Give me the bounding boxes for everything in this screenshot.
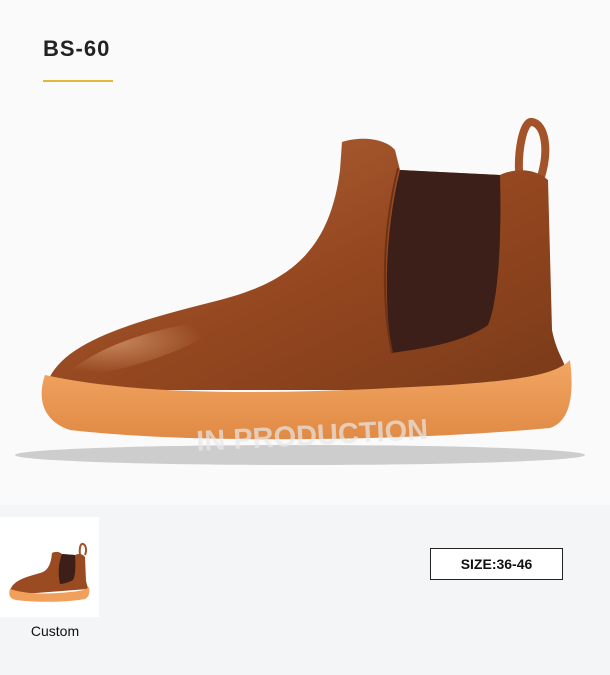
thumbnail-label: Custom [30, 623, 80, 639]
elastic-gusset [386, 170, 501, 353]
size-range-badge: SIZE:36-46 [430, 548, 563, 580]
product-hero: BS-60 IN PRODUCTION [0, 0, 610, 505]
boot-image: IN PRODUCTION [15, 118, 585, 465]
product-model-title: BS-60 [43, 36, 111, 61]
bottom-panel: Custom SIZE:36-46 [0, 505, 610, 675]
thumbnail-custom[interactable] [0, 517, 99, 617]
boot-thumbnail-image [9, 542, 90, 602]
title-underline [43, 80, 113, 82]
